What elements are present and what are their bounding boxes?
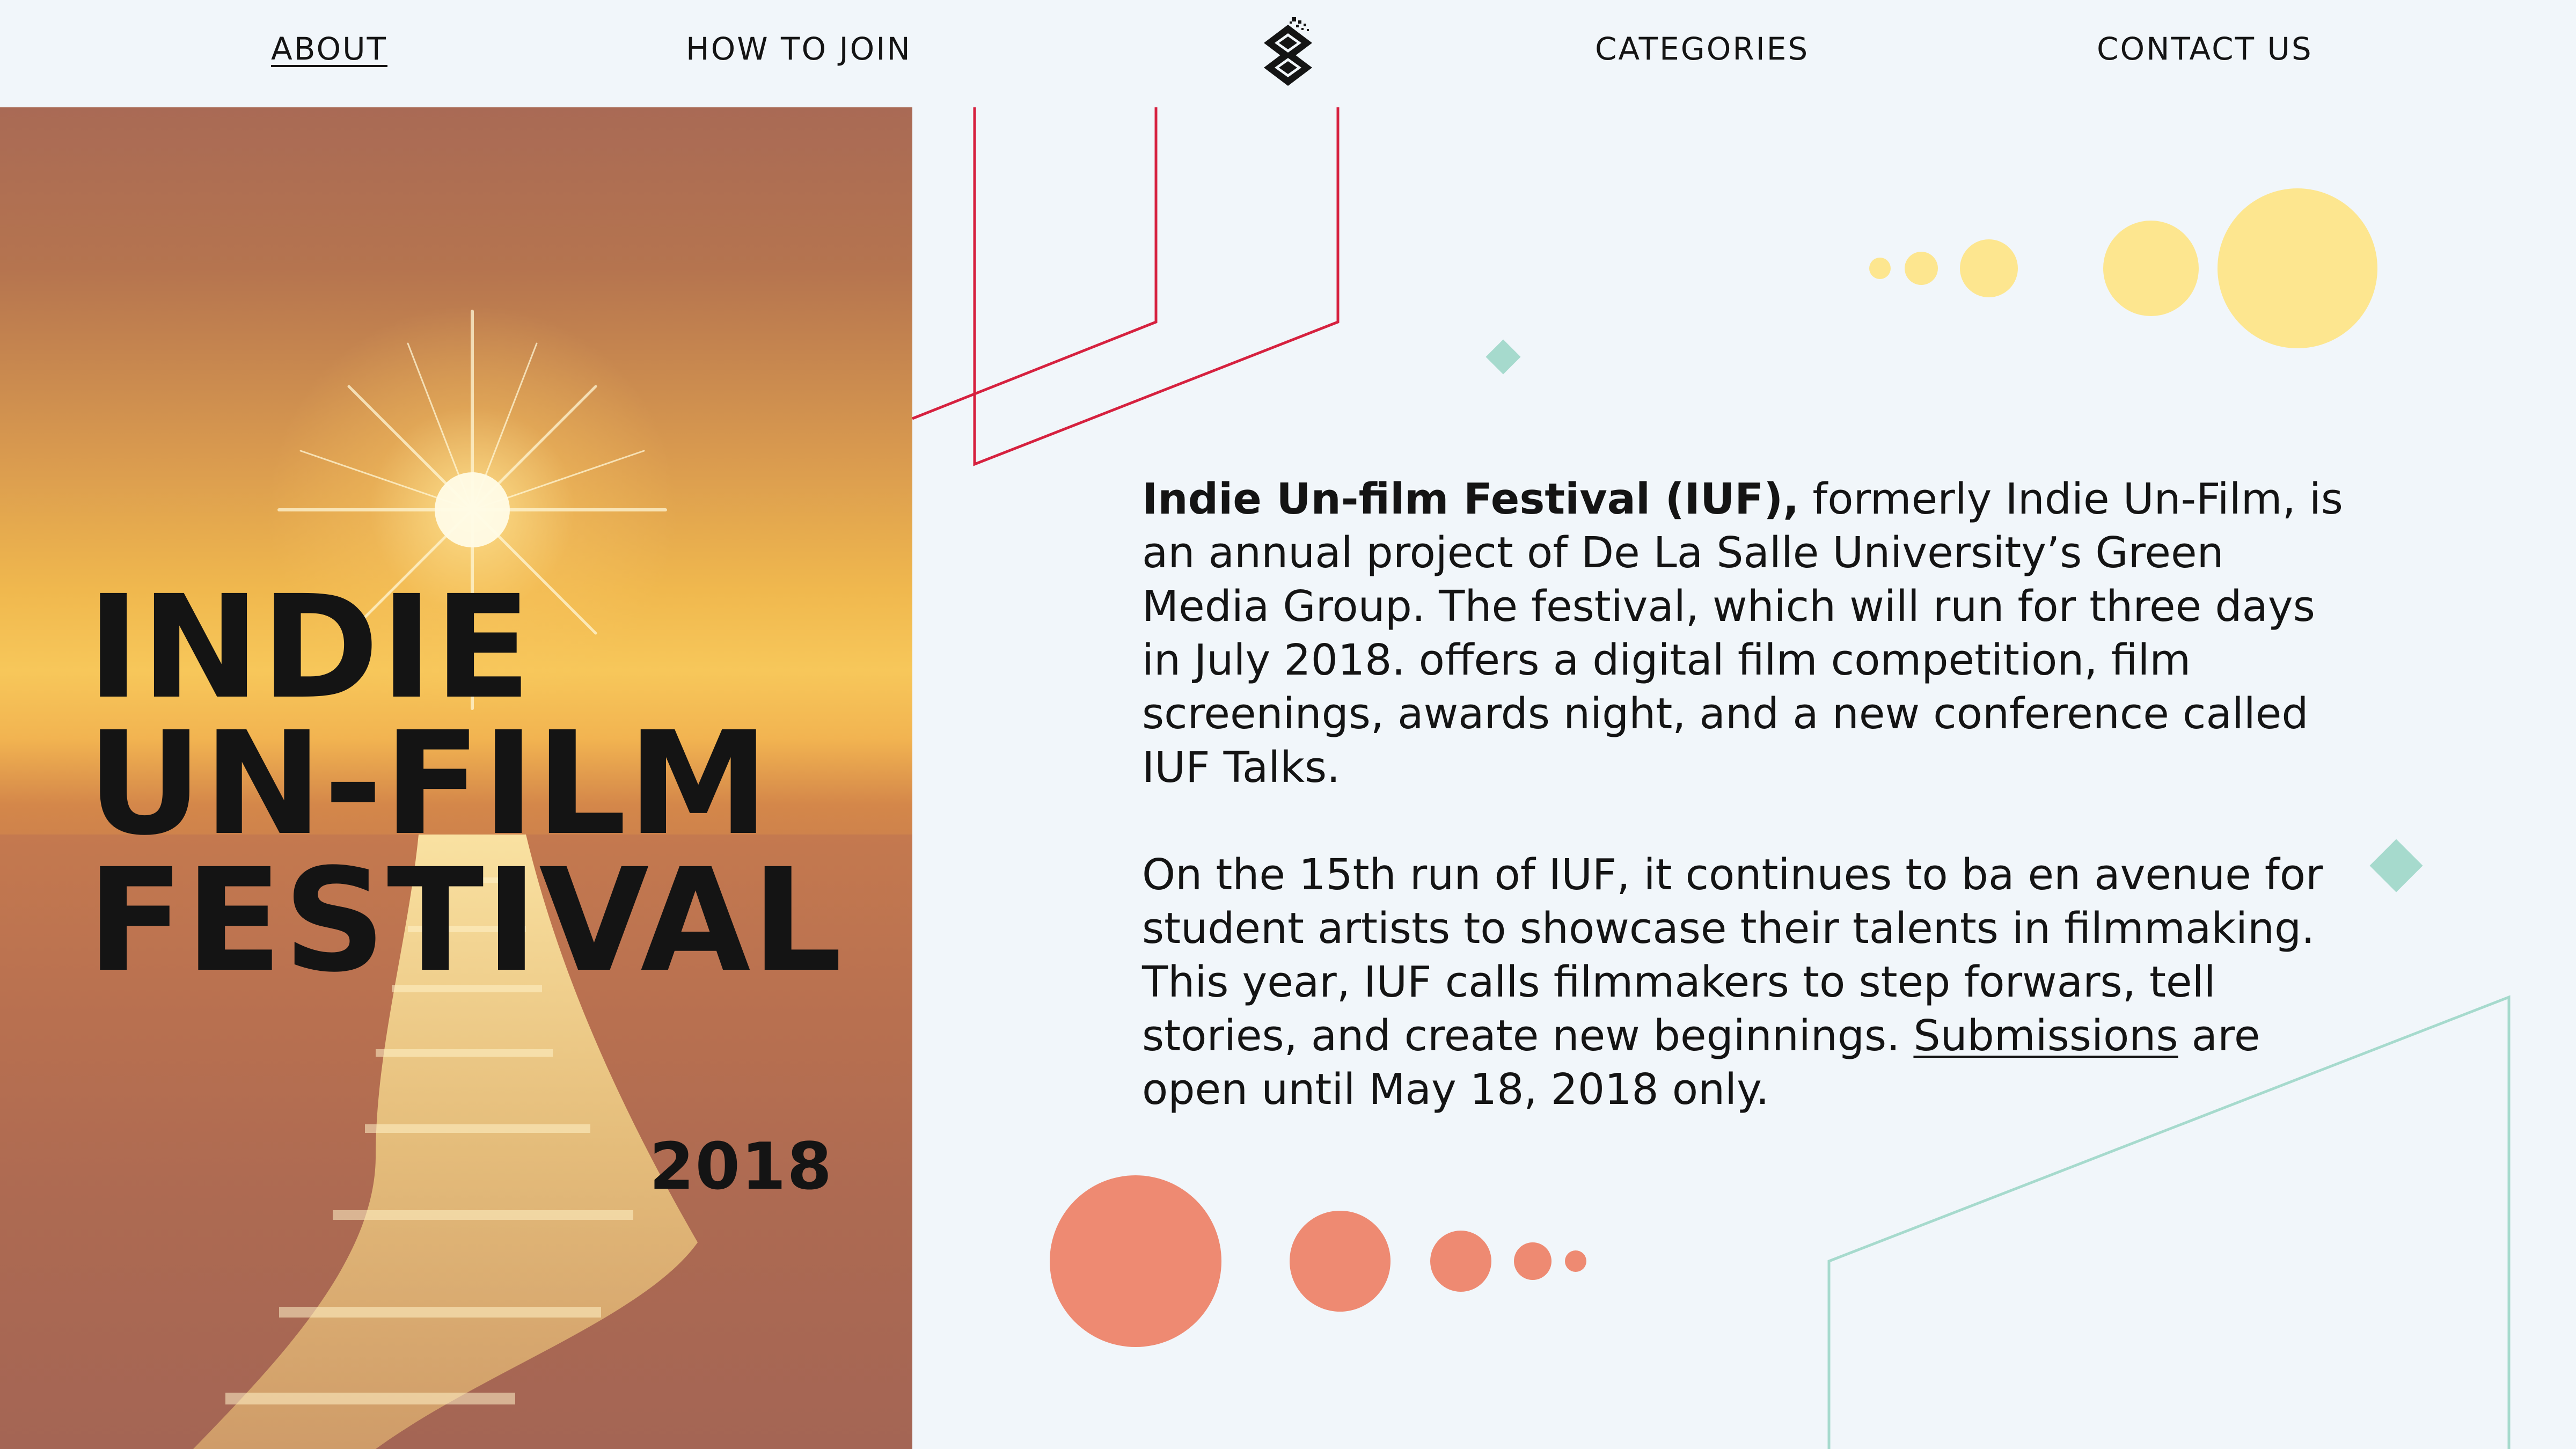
about-article: Indie Un-film Festival (IUF), formerly I…	[1142, 472, 2355, 1170]
festival-poster: INDIE UN-FILM FESTIVAL 2018	[0, 107, 912, 1449]
submissions-link[interactable]: Submissions	[1913, 1011, 2178, 1060]
nav-link-about[interactable]: ABOUT	[271, 33, 387, 64]
top-nav: ABOUT HOW TO JOIN CATEGORIES CONTACT US	[0, 0, 2576, 107]
landing-page: ABOUT HOW TO JOIN CATEGORIES CONTACT US	[0, 0, 2576, 1449]
teal-diamond-large	[2369, 839, 2423, 892]
coral-dots	[1050, 1175, 1586, 1347]
poster-title: INDIE UN-FILM FESTIVAL	[87, 565, 844, 1004]
nav-link-categories[interactable]: CATEGORIES	[1595, 33, 1809, 64]
poster-title-line-1: INDIE	[87, 565, 532, 730]
teal-diamond-small	[1485, 339, 1521, 375]
yellow-dots	[1869, 188, 2377, 348]
nav-link-how-to-join[interactable]: HOW TO JOIN	[686, 33, 912, 64]
about-paragraph-2: On the 15th run of IUF, it continues to …	[1142, 848, 2355, 1116]
poster-title-line-3: FESTIVAL	[87, 838, 844, 1004]
poster-year: 2018	[649, 1130, 833, 1204]
poster-title-line-2: UN-FILM	[87, 701, 771, 867]
nav-link-contact-us[interactable]: CONTACT US	[2097, 33, 2313, 64]
about-paragraph-1: Indie Un-film Festival (IUF), formerly I…	[1142, 472, 2355, 794]
red-outline-shapes	[912, 107, 1340, 466]
festival-logo-icon[interactable]	[1258, 15, 1318, 96]
festival-name-bold: Indie Un-film Festival (IUF),	[1142, 474, 1799, 524]
